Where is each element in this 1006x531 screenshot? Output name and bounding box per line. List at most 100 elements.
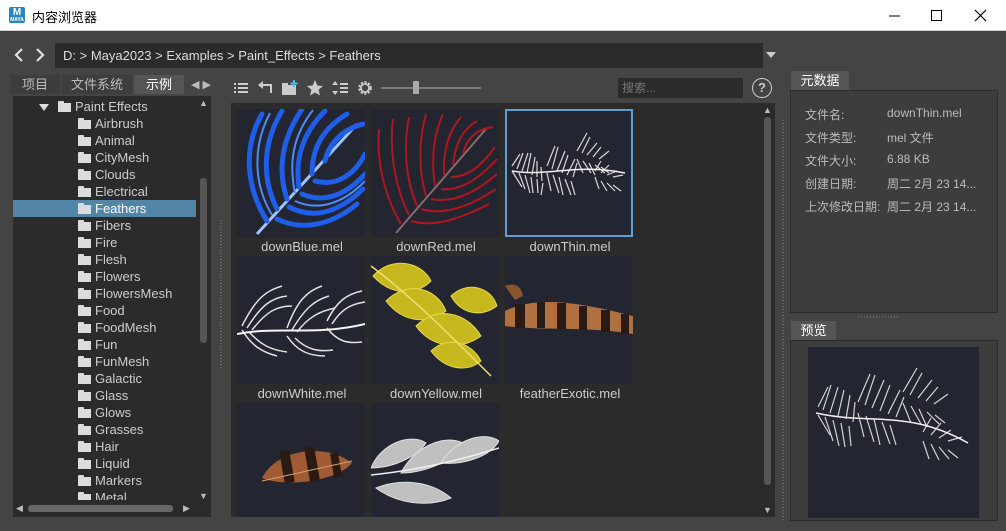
tree-item-label: CityMesh — [95, 150, 150, 165]
help-icon[interactable]: ? — [752, 78, 772, 98]
thumbnail-card-downwhite[interactable]: downWhite.mel — [235, 252, 365, 401]
tab-filesystem[interactable]: 文件系统 — [62, 75, 132, 94]
tree-item-label: Food — [95, 303, 125, 318]
search-input[interactable] — [618, 78, 743, 98]
tab-examples[interactable]: 示例 — [134, 75, 184, 94]
tree-item-label: Fibers — [95, 218, 132, 233]
metadata-row: 创建日期: 周二 2月 23 14... — [805, 175, 995, 193]
grid-vertical-scrollbar[interactable]: ▲ ▼ — [760, 103, 775, 517]
thumbnail-card-downblue[interactable]: downBlue.mel — [235, 105, 365, 254]
zoom-slider-track[interactable] — [381, 87, 481, 89]
tree-item-foodmesh[interactable]: FoodMesh — [13, 319, 196, 336]
tree-item-fun[interactable]: Fun — [13, 336, 196, 353]
tab-scroll-arrows-icon[interactable]: ◀ ▶ — [191, 78, 211, 91]
tree-item-label: Clouds — [95, 167, 136, 182]
tree-item-grasses[interactable]: Grasses — [13, 421, 196, 438]
maximize-button[interactable] — [914, 0, 960, 31]
list-view-icon[interactable] — [232, 79, 250, 97]
settings-gear-icon[interactable] — [356, 79, 374, 97]
tree-item-clouds[interactable]: Clouds — [13, 166, 196, 183]
folder-icon — [78, 441, 91, 452]
back-button[interactable] — [11, 45, 27, 65]
tree-vertical-scrollbar[interactable]: ▲ ▼ — [196, 96, 211, 517]
forward-button[interactable] — [32, 45, 48, 65]
tree-item-paint-effects[interactable]: Paint Effects — [13, 98, 196, 115]
path-field[interactable]: D: > Maya2023 > Examples > Paint_Effects… — [55, 43, 763, 68]
scroll-left-arrow-icon[interactable]: ◀ — [16, 503, 23, 514]
tree-item-animal[interactable]: Animal — [13, 132, 196, 149]
thumbnail-card-downthin[interactable]: downThin.mel — [503, 105, 633, 254]
path-bar: D: > Maya2023 > Examples > Paint_Effects… — [0, 40, 782, 70]
chevron-down-icon[interactable] — [766, 52, 776, 58]
folder-icon — [78, 186, 91, 197]
maximize-icon — [931, 10, 942, 21]
close-icon — [974, 9, 987, 22]
scrollbar-thumb[interactable] — [200, 178, 207, 343]
thumbnail-card-downred[interactable]: downRed.mel — [369, 105, 499, 254]
scroll-right-arrow-icon[interactable]: ▶ — [183, 503, 190, 514]
tab-metadata[interactable]: 元数据 — [791, 71, 849, 91]
new-folder-icon[interactable] — [281, 79, 299, 97]
expand-arrow-icon[interactable] — [39, 104, 49, 111]
thumbnail-card-feather-brown[interactable] — [235, 399, 365, 517]
scrollbar-thumb[interactable] — [28, 505, 173, 512]
tree-item-glass[interactable]: Glass — [13, 387, 196, 404]
preview-image — [808, 347, 979, 518]
content-toolbar: ? — [226, 76, 776, 100]
tree-item-airbrush[interactable]: Airbrush — [13, 115, 196, 132]
panel-splitter[interactable] — [220, 220, 222, 370]
tab-project[interactable]: 项目 — [10, 75, 60, 94]
scroll-down-arrow-icon[interactable]: ▼ — [199, 491, 208, 501]
tree-item-glows[interactable]: Glows — [13, 404, 196, 421]
feather-thumbnail-image — [371, 109, 499, 237]
tree-item-food[interactable]: Food — [13, 302, 196, 319]
tree-item-liquid[interactable]: Liquid — [13, 455, 196, 472]
folder-icon — [78, 288, 91, 299]
tab-preview[interactable]: 预览 — [791, 321, 836, 341]
tree-item-fire[interactable]: Fire — [13, 234, 196, 251]
tree-item-flowersmesh[interactable]: FlowersMesh — [13, 285, 196, 302]
scroll-up-arrow-icon[interactable]: ▲ — [763, 105, 772, 115]
sort-icon[interactable] — [331, 79, 349, 97]
panel-splitter[interactable] — [782, 120, 784, 520]
panel-splitter[interactable] — [858, 316, 898, 318]
tree-item-flesh[interactable]: Flesh — [13, 251, 196, 268]
tree-item-feathers[interactable]: Feathers — [13, 200, 196, 217]
tree-item-label: Animal — [95, 133, 135, 148]
folder-icon — [78, 118, 91, 129]
folder-icon — [78, 237, 91, 248]
tree-item-funmesh[interactable]: FunMesh — [13, 353, 196, 370]
thumbnail-card-featherexotic[interactable]: featherExotic.mel — [503, 252, 633, 401]
tree-item-galactic[interactable]: Galactic — [13, 370, 196, 387]
metadata-key: 文件大小: — [805, 154, 857, 168]
feather-thumbnail-image — [505, 256, 633, 384]
tree-item-electrical[interactable]: Electrical — [13, 183, 196, 200]
thumbnail-card-feather-grey[interactable] — [369, 399, 499, 517]
thumbnail-card-downyellow[interactable]: downYellow.mel — [369, 252, 499, 401]
folder-tree: Paint Effects Airbrush Animal CityMesh Clou… — [13, 96, 211, 517]
tree-item-label: Hair — [95, 439, 119, 454]
feather-thumbnail-image — [371, 256, 499, 384]
tree-item-flowers[interactable]: Flowers — [13, 268, 196, 285]
close-button[interactable] — [958, 0, 1004, 31]
favorite-star-icon[interactable] — [306, 79, 324, 97]
tree-item-label: Glows — [95, 405, 132, 420]
metadata-panel: 文件名: downThin.mel 文件类型: mel 文件 文件大小: 6.8… — [790, 90, 998, 313]
zoom-slider-thumb[interactable] — [413, 81, 419, 94]
metadata-key: 文件名: — [805, 108, 845, 122]
tree-item-fibers[interactable]: Fibers — [13, 217, 196, 234]
metadata-key: 上次修改日期: — [805, 200, 881, 214]
tree-item-hair[interactable]: Hair — [13, 438, 196, 455]
minimize-button[interactable] — [872, 0, 918, 31]
scroll-up-arrow-icon[interactable]: ▲ — [199, 98, 208, 108]
tree-item-citymesh[interactable]: CityMesh — [13, 149, 196, 166]
go-up-icon[interactable] — [256, 79, 274, 97]
tree-item-label: Fun — [95, 337, 118, 352]
tree-item-markers[interactable]: Markers — [13, 472, 196, 489]
tree-horizontal-scrollbar[interactable]: ◀ ▶ — [13, 500, 196, 517]
thumbnail-grid: downBlue.mel downRed.mel downThin.mel do… — [231, 103, 775, 517]
scrollbar-thumb[interactable] — [764, 117, 771, 485]
folder-icon — [78, 169, 91, 180]
tree-item-label: Fire — [95, 235, 118, 250]
scroll-down-arrow-icon[interactable]: ▼ — [763, 505, 772, 515]
